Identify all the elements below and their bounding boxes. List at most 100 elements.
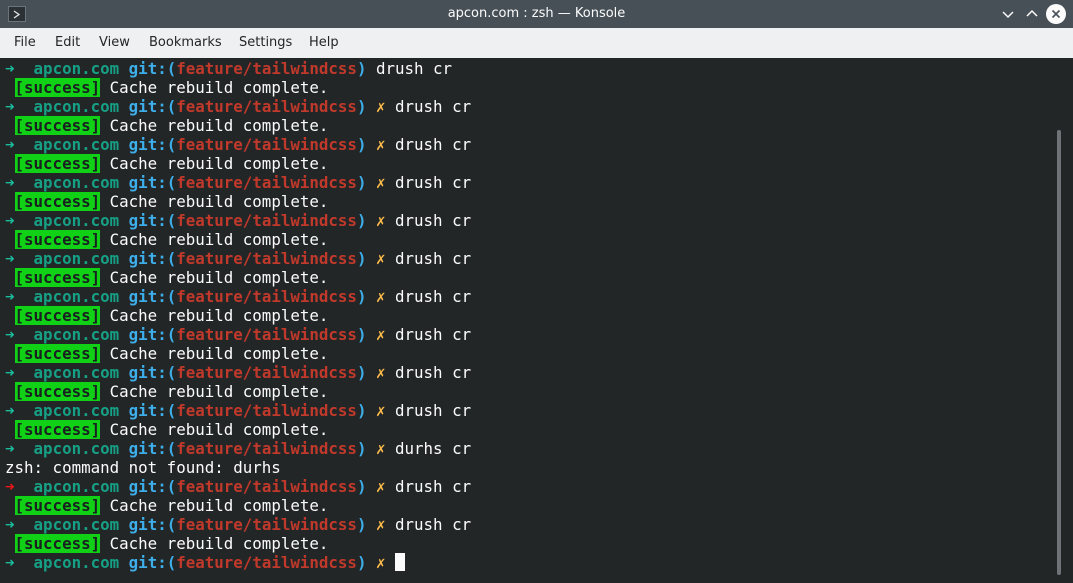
terminal-line: ➜ apcon.com git:(feature/tailwindcss) ✗ … [5, 211, 471, 230]
output-text: Cache rebuild complete. [109, 116, 329, 135]
scrollbar[interactable] [1057, 130, 1061, 575]
prompt-host: apcon.com [33, 59, 120, 78]
prompt-host: apcon.com [33, 173, 120, 192]
prompt-git-close: ) [356, 553, 367, 572]
terminal-line: ➜ apcon.com git:(feature/tailwindcss) ✗ … [5, 477, 471, 496]
prompt-arrow: ➜ [5, 515, 15, 534]
prompt-host: apcon.com [33, 249, 120, 268]
prompt-host: apcon.com [33, 211, 120, 230]
terminal-line: ➜ apcon.com git:(feature/tailwindcss) ✗ … [5, 173, 471, 192]
command-text: drush cr [395, 249, 472, 268]
prompt-git-close: ) [356, 439, 367, 458]
chevron-up-icon[interactable] [1022, 4, 1042, 24]
prompt-git-label: git:( [128, 325, 177, 344]
prompt-arrow: ➜ [5, 135, 15, 154]
prompt-dirty-marker: ✗ [375, 211, 386, 230]
output-text: Cache rebuild complete. [109, 382, 329, 401]
terminal-line: [success] Cache rebuild complete. [5, 534, 471, 553]
window-title: apcon.com : zsh — Konsole [447, 6, 626, 21]
terminal-line: ➜ apcon.com git:(feature/tailwindcss) ✗ … [5, 363, 471, 382]
prompt-git-close: ) [356, 97, 367, 116]
prompt-branch: feature/tailwindcss [176, 59, 357, 78]
success-badge: [success] [14, 154, 101, 173]
close-icon[interactable] [1046, 4, 1066, 24]
prompt-git-label: git:( [128, 515, 177, 534]
menu-file[interactable]: File [14, 28, 36, 58]
terminal-line: ➜ apcon.com git:(feature/tailwindcss) ✗ … [5, 515, 471, 534]
prompt-dirty-marker: ✗ [375, 135, 386, 154]
terminal-line: ➜ apcon.com git:(feature/tailwindcss) ✗ … [5, 439, 471, 458]
command-text: durhs cr [395, 439, 472, 458]
menu-bookmarks[interactable]: Bookmarks [149, 28, 222, 58]
success-badge: [success] [14, 534, 101, 553]
prompt-host: apcon.com [33, 515, 120, 534]
prompt-git-label: git:( [128, 59, 177, 78]
prompt-arrow: ➜ [5, 553, 15, 572]
terminal-view[interactable]: ➜ apcon.com git:(feature/tailwindcss) dr… [0, 58, 1073, 583]
command-text: drush cr [395, 97, 472, 116]
menu-help[interactable]: Help [309, 28, 339, 58]
terminal-line: ➜ apcon.com git:(feature/tailwindcss) ✗ … [5, 325, 471, 344]
title-bar[interactable]: apcon.com : zsh — Konsole [0, 0, 1073, 28]
prompt-git-close: ) [356, 211, 367, 230]
chevron-down-icon[interactable] [998, 4, 1018, 24]
text-cursor[interactable] [395, 553, 405, 571]
command-text: drush cr [395, 135, 472, 154]
prompt-branch: feature/tailwindcss [176, 363, 357, 382]
prompt-git-close: ) [356, 325, 367, 344]
prompt-host: apcon.com [33, 363, 120, 382]
prompt-git-label: git:( [128, 249, 177, 268]
output-text: Cache rebuild complete. [109, 230, 329, 249]
prompt-dirty-marker: ✗ [375, 97, 386, 116]
terminal-line: [success] Cache rebuild complete. [5, 154, 471, 173]
terminal-line: ➜ apcon.com git:(feature/tailwindcss) ✗ … [5, 287, 471, 306]
prompt-branch: feature/tailwindcss [176, 477, 357, 496]
terminal-line: [success] Cache rebuild complete. [5, 192, 471, 211]
prompt-git-close: ) [356, 477, 367, 496]
command-text: drush cr [395, 287, 472, 306]
output-text: Cache rebuild complete. [109, 78, 329, 97]
output-text: Cache rebuild complete. [109, 306, 329, 325]
prompt-branch: feature/tailwindcss [176, 287, 357, 306]
prompt-git-label: git:( [128, 553, 177, 572]
prompt-host: apcon.com [33, 287, 120, 306]
output-text: Cache rebuild complete. [109, 420, 329, 439]
prompt-dirty-marker: ✗ [375, 287, 386, 306]
terminal-line: zsh: command not found: durhs [5, 458, 471, 477]
prompt-branch: feature/tailwindcss [176, 211, 357, 230]
command-text: drush cr [395, 515, 472, 534]
command-text: drush cr [395, 173, 472, 192]
prompt-git-close: ) [356, 173, 367, 192]
prompt-dirty-marker: ✗ [375, 439, 386, 458]
prompt-arrow: ➜ [5, 97, 15, 116]
prompt-arrow: ➜ [5, 59, 15, 78]
prompt-branch: feature/tailwindcss [176, 135, 357, 154]
menu-settings[interactable]: Settings [239, 28, 292, 58]
menu-view[interactable]: View [99, 28, 130, 58]
konsole-window: apcon.com : zsh — Konsole File Edit View… [0, 0, 1073, 583]
prompt-git-label: git:( [128, 401, 177, 420]
terminal-line: [success] Cache rebuild complete. [5, 382, 471, 401]
terminal-line: ➜ apcon.com git:(feature/tailwindcss) dr… [5, 59, 471, 78]
prompt-branch: feature/tailwindcss [176, 439, 357, 458]
terminal-line: [success] Cache rebuild complete. [5, 230, 471, 249]
prompt-arrow: ➜ [5, 439, 15, 458]
terminal-line: [success] Cache rebuild complete. [5, 496, 471, 515]
prompt-branch: feature/tailwindcss [176, 325, 357, 344]
error-text: zsh: command not found: durhs [5, 458, 281, 477]
success-badge: [success] [14, 268, 101, 287]
prompt-host: apcon.com [33, 401, 120, 420]
terminal-line: ➜ apcon.com git:(feature/tailwindcss) ✗ … [5, 97, 471, 116]
prompt-arrow: ➜ [5, 249, 15, 268]
prompt-git-close: ) [356, 249, 367, 268]
output-text: Cache rebuild complete. [109, 496, 329, 515]
prompt-git-close: ) [356, 515, 367, 534]
prompt-arrow: ➜ [5, 477, 15, 496]
terminal-line: [success] Cache rebuild complete. [5, 268, 471, 287]
menu-edit[interactable]: Edit [55, 28, 80, 58]
prompt-git-label: git:( [128, 173, 177, 192]
prompt-git-label: git:( [128, 135, 177, 154]
command-text: drush cr [375, 59, 453, 78]
terminal-line: [success] Cache rebuild complete. [5, 306, 471, 325]
prompt-git-label: git:( [128, 363, 177, 382]
